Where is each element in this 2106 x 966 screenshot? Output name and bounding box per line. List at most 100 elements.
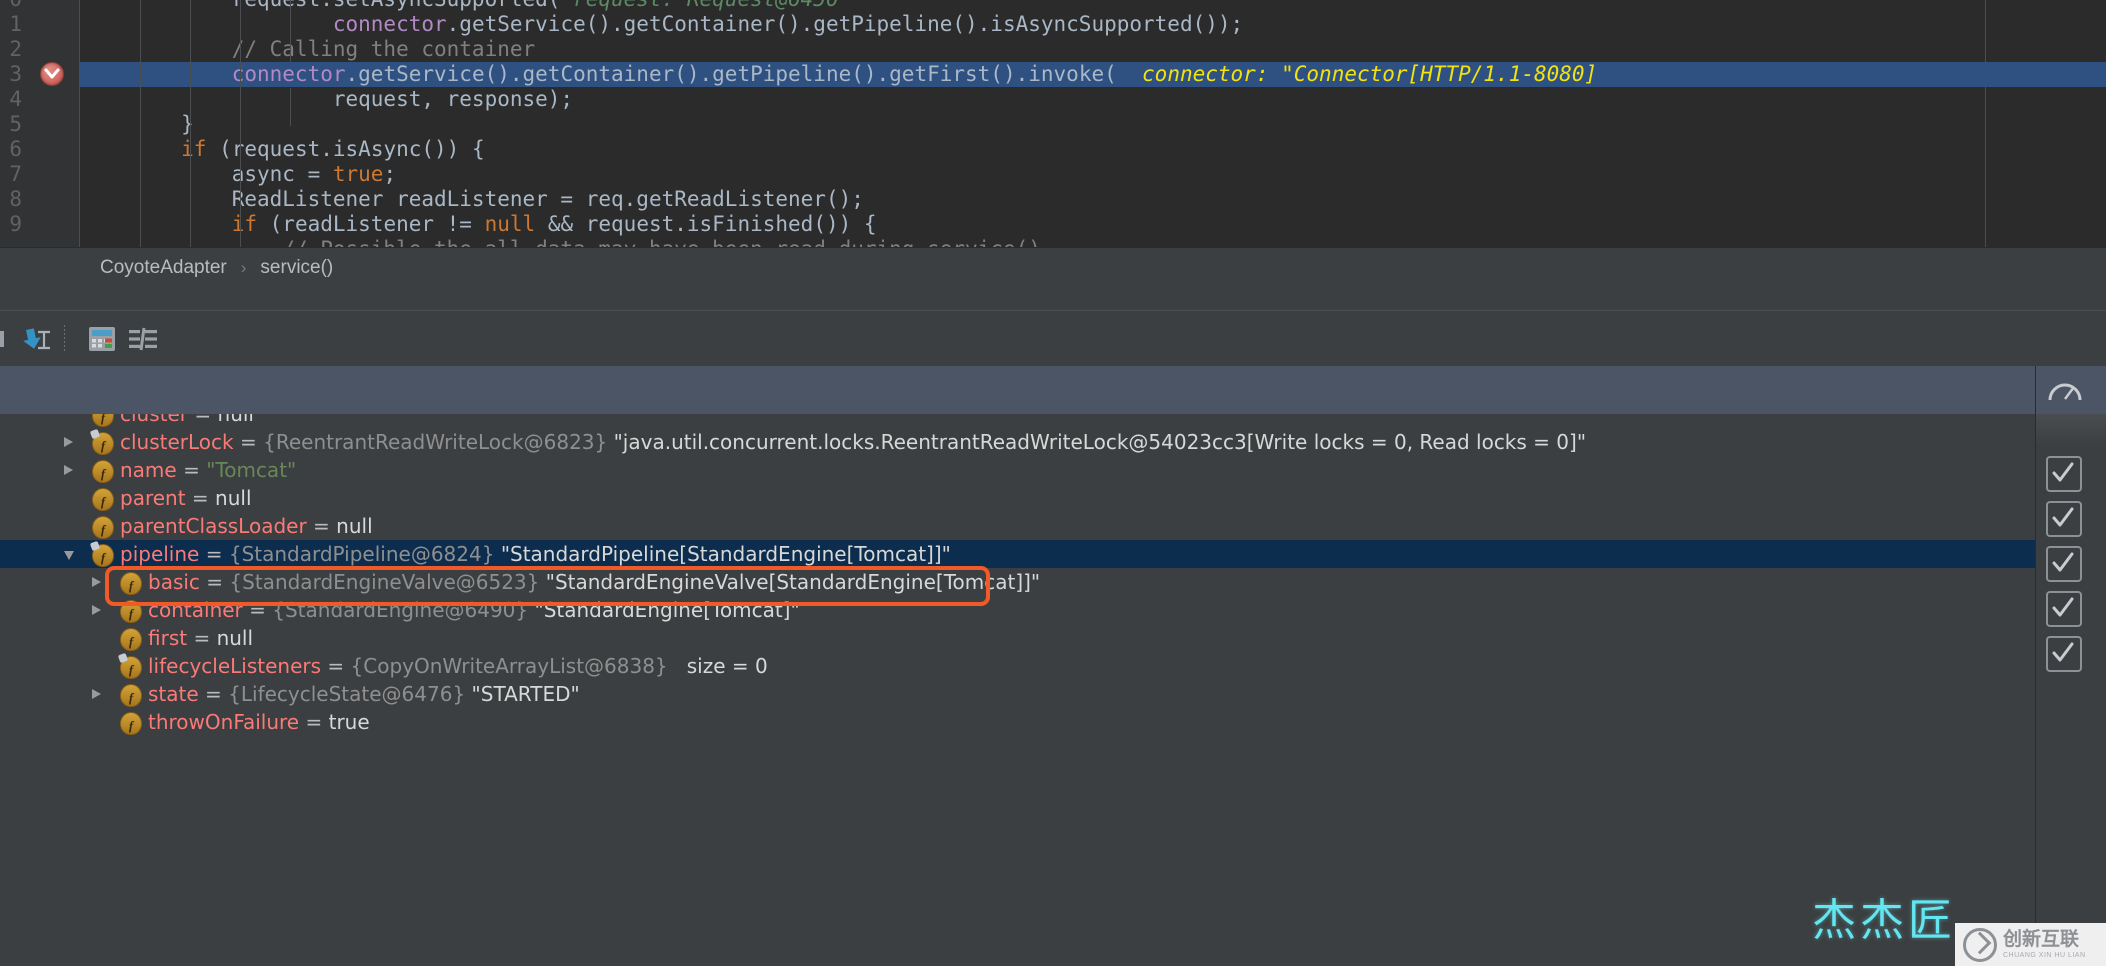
- variable-type: {StandardPipeline@6824}: [228, 542, 495, 566]
- variable-row[interactable]: f clusterLock = {ReentrantReadWriteLock@6…: [0, 428, 2035, 456]
- variable-name: pipeline: [120, 542, 200, 566]
- breadcrumb-item-method[interactable]: service(): [256, 257, 337, 279]
- code-line[interactable]: connector.getService().getContainer().ge…: [80, 12, 2106, 37]
- variable-text: parent = null: [120, 484, 252, 512]
- variable-eq: =: [299, 710, 329, 734]
- variable-str: size = 0: [674, 654, 768, 678]
- indent-guide: [290, 0, 291, 62]
- code-token: request:: [560, 0, 686, 11]
- line-number: 2: [9, 37, 22, 61]
- watermark-text: 杰杰匠: [1812, 895, 1956, 946]
- checkbox[interactable]: [2046, 591, 2082, 627]
- chevron-right-icon[interactable]: [92, 689, 101, 699]
- variable-str: "java.util.concurrent.locks.ReentrantRea…: [613, 430, 1587, 454]
- variable-name: basic: [148, 570, 200, 594]
- variable-eq: =: [176, 458, 207, 482]
- code-token: connector: [80, 62, 346, 86]
- settings-filter-icon[interactable]: [126, 323, 158, 355]
- checkbox[interactable]: [2046, 456, 2082, 492]
- variable-eq: =: [199, 570, 230, 594]
- line-number: 9: [9, 212, 22, 236]
- variable-str: "StandardPipeline[StandardEngine[Tomcat]…: [500, 542, 951, 566]
- variable-text: container = {StandardEngine@6490} "Stand…: [148, 596, 800, 624]
- variable-text: lifecycleListeners = {CopyOnWriteArrayLi…: [148, 652, 768, 680]
- badge-name-pinyin: CHUANG XIN HU LIAN: [2003, 952, 2086, 959]
- variable-row[interactable]: f parent = null: [0, 484, 2035, 512]
- checkmark-icon: [2052, 552, 2074, 572]
- chevron-down-icon[interactable]: [64, 551, 74, 560]
- checkbox[interactable]: [2046, 636, 2082, 672]
- variable-text: parentClassLoader = null: [120, 512, 373, 540]
- variable-eq: =: [187, 626, 217, 650]
- variable-eq: =: [188, 414, 218, 426]
- code-token: // Calling the container: [80, 37, 536, 61]
- variable-row[interactable]: f container = {StandardEngine@6490} "Stan…: [0, 596, 2035, 624]
- variable-name: state: [148, 682, 199, 706]
- debugger-toolbar[interactable]: [0, 310, 2106, 368]
- variable-row[interactable]: f parentClassLoader = null: [0, 512, 2035, 540]
- variable-name: throwOnFailure: [148, 710, 300, 734]
- chevron-right-icon[interactable]: [92, 577, 101, 587]
- variable-row[interactable]: f name = "Tomcat": [0, 456, 2035, 484]
- code-line[interactable]: }: [80, 112, 2106, 137]
- breadcrumb[interactable]: CoyoteAdapter › service(): [0, 247, 2106, 287]
- code-token: && request.isFinished()) {: [535, 212, 877, 236]
- variable-row[interactable]: f cluster = null: [0, 414, 2035, 428]
- variable-row[interactable]: f state = {LifecycleState@6476} "STARTED": [0, 680, 2035, 708]
- site-badge: 创新互联 CHUANG XIN HU LIAN: [1955, 923, 2106, 966]
- code-line[interactable]: connector.getService().getContainer().ge…: [80, 62, 2106, 87]
- field-icon: f: [92, 516, 114, 539]
- code-token: connector:: [1116, 62, 1282, 86]
- checkmark-icon: [2052, 597, 2074, 617]
- code-line[interactable]: ReadListener readListener = req.getReadL…: [80, 187, 2106, 212]
- code-token: async =: [80, 162, 333, 186]
- variable-name: container: [148, 598, 243, 622]
- step-into-icon[interactable]: [18, 323, 50, 355]
- checkbox[interactable]: [2046, 501, 2082, 537]
- indent-guide: [240, 0, 241, 247]
- code-line[interactable]: request, response);: [80, 87, 2106, 112]
- variable-name: name: [120, 458, 177, 482]
- code-line[interactable]: if (readListener != null && request.isFi…: [80, 212, 2106, 237]
- variable-text: name = "Tomcat": [120, 456, 296, 484]
- checkbox[interactable]: [2046, 546, 2082, 582]
- indent-guide: [190, 0, 191, 247]
- gauge-icon[interactable]: [2046, 374, 2086, 410]
- chevron-right-icon[interactable]: [64, 465, 73, 475]
- variable-text: pipeline = {StandardPipeline@6824} "Stan…: [120, 540, 951, 568]
- variable-row[interactable]: f pipeline = {StandardPipeline@6824} "Sta…: [0, 540, 2035, 568]
- line-number: 5: [9, 112, 22, 136]
- code-line[interactable]: request.setAsyncSupported( request: Requ…: [80, 0, 2106, 12]
- code-line[interactable]: if (request.isAsync()) {: [80, 137, 2106, 162]
- field-icon: f: [117, 652, 142, 679]
- variable-row[interactable]: f throwOnFailure = true: [0, 708, 2035, 736]
- variable-row[interactable]: f basic = {StandardEngineValve@6523} "Sta…: [0, 568, 2035, 596]
- line-number: 3: [9, 62, 22, 86]
- evaluate-expression-icon[interactable]: [86, 323, 118, 355]
- code-text[interactable]: request.setAsyncSupported( request: Requ…: [0, 0, 2106, 247]
- variable-row[interactable]: f first = null: [0, 624, 2035, 652]
- checkmark-icon: [2052, 507, 2074, 527]
- checkmark-icon: [2052, 462, 2074, 482]
- right-side-panel[interactable]: [2035, 366, 2106, 966]
- badge-name-cn: 创新互联: [2003, 928, 2080, 950]
- variable-text: first = null: [148, 624, 253, 652]
- variables-header-band: [0, 366, 2106, 415]
- variable-text: throwOnFailure = true: [148, 708, 370, 736]
- breakpoint-icon[interactable]: [40, 62, 64, 86]
- chevron-right-icon[interactable]: [92, 605, 101, 615]
- variable-name: first: [148, 626, 188, 650]
- code-line[interactable]: async = true;: [80, 162, 2106, 187]
- code-line[interactable]: // Calling the container: [80, 37, 2106, 62]
- variables-tree[interactable]: f cluster = null f clusterLock = {Reentrant…: [0, 414, 2035, 966]
- chevron-right-icon: ›: [240, 257, 247, 277]
- variable-type: {ReentrantReadWriteLock@6823}: [263, 430, 608, 454]
- variable-row[interactable]: f lifecycleListeners = {CopyOnWriteArrayL…: [0, 652, 2035, 680]
- field-icon: f: [89, 540, 114, 567]
- variable-type: {LifecycleState@6476}: [228, 682, 466, 706]
- code-editor[interactable]: 0123456789 request.setAsyncSupported( re…: [0, 0, 2106, 247]
- code-line[interactable]: // Possible the all data may have been r…: [80, 237, 2106, 247]
- chevron-right-icon[interactable]: [64, 437, 73, 447]
- breadcrumb-item-class[interactable]: CoyoteAdapter: [96, 257, 231, 279]
